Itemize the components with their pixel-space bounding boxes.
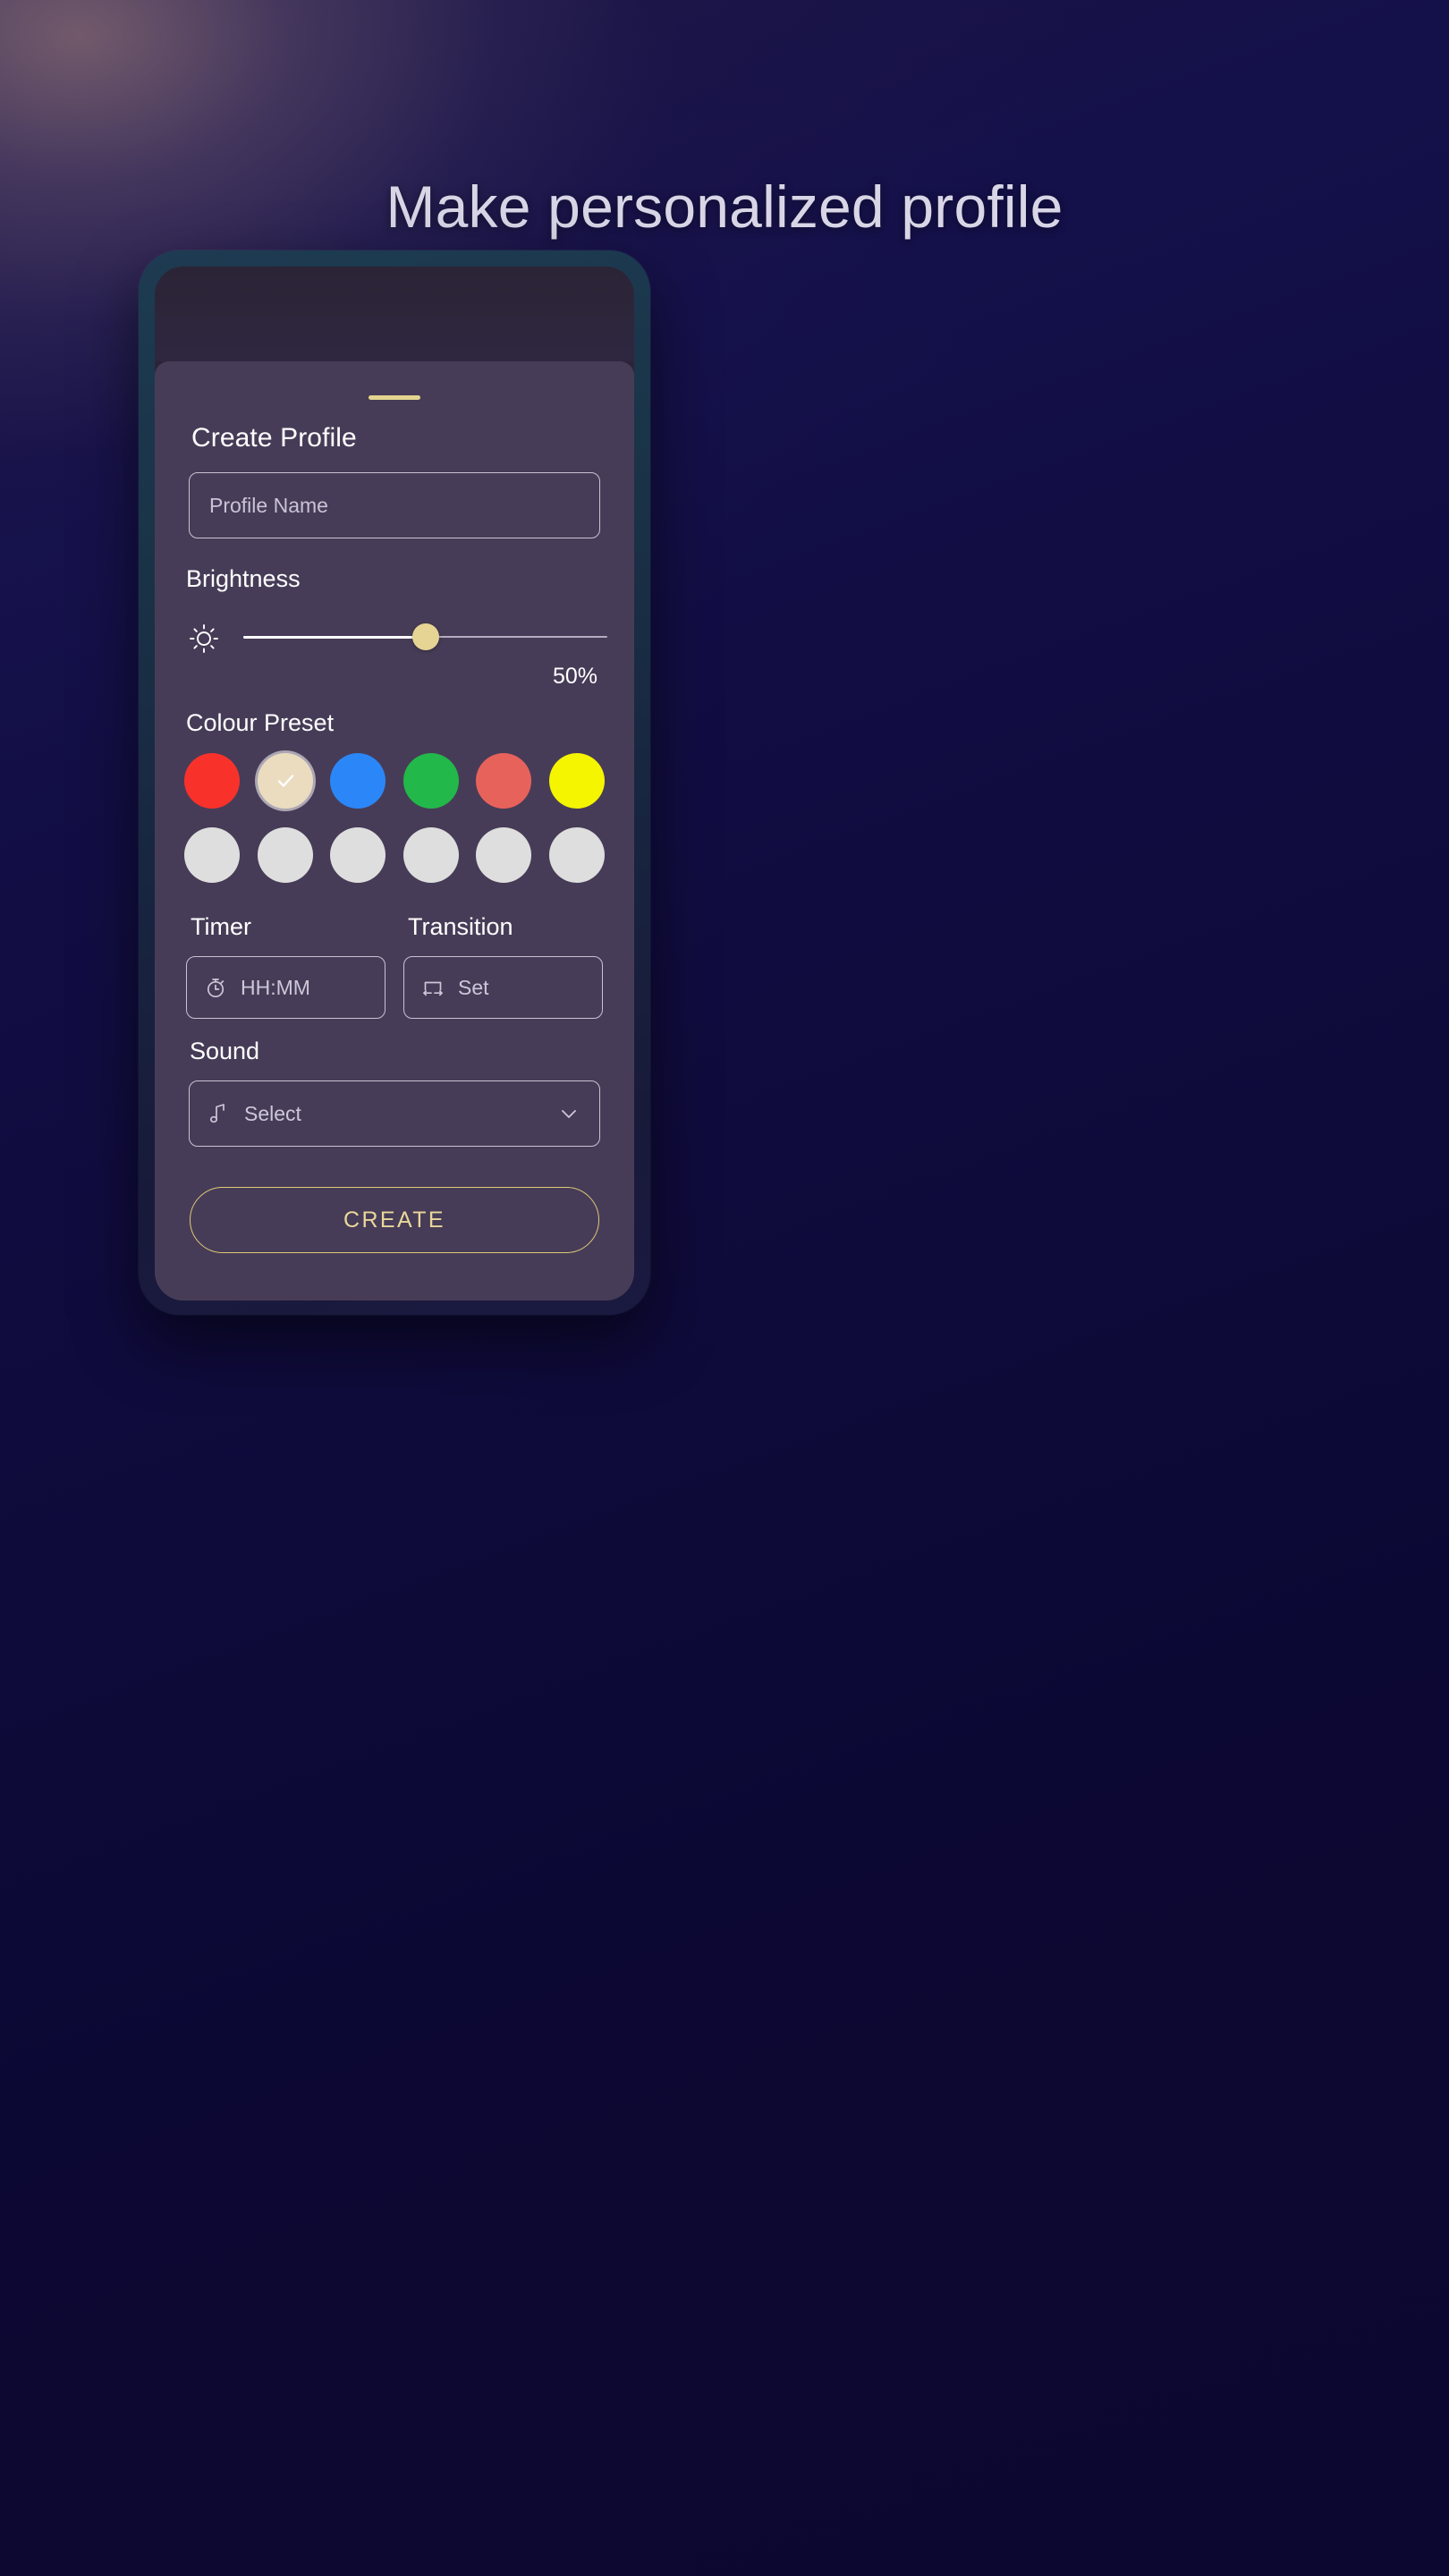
phone-device-frame: Create Profile Brightness [139, 250, 650, 1315]
timer-value: HH:MM [241, 975, 310, 999]
sound-label: Sound [190, 1038, 260, 1064]
timer-field[interactable]: HH:MM [186, 956, 386, 1019]
profile-name-field[interactable] [189, 472, 600, 538]
phone-screen: Create Profile Brightness [155, 267, 634, 1301]
status-bar-area [155, 267, 634, 361]
colour-swatch-empty-4[interactable] [402, 827, 459, 883]
transition-field[interactable]: Set [403, 956, 603, 1019]
colour-swatch-red[interactable] [184, 753, 240, 809]
colour-swatch-salmon[interactable] [476, 753, 532, 809]
transition-value: Set [458, 975, 489, 999]
music-note-icon [208, 1102, 230, 1125]
sheet-title: Create Profile [191, 423, 357, 453]
colour-swatch-row-2 [179, 827, 610, 883]
colour-swatch-row-1 [179, 753, 610, 809]
colour-swatch-green[interactable] [402, 753, 459, 809]
sound-select-field[interactable]: Select [189, 1080, 600, 1147]
brightness-label: Brightness [186, 565, 301, 592]
transition-column: Transition Set [403, 913, 603, 1019]
brightness-slider-row[interactable] [179, 617, 610, 657]
slider-thumb[interactable] [411, 623, 439, 650]
transition-icon [421, 976, 445, 999]
stopwatch-icon [204, 976, 227, 999]
colour-swatch-empty-1[interactable] [184, 827, 240, 883]
create-profile-bottom-sheet: Create Profile Brightness [155, 361, 634, 1301]
colour-swatch-empty-6[interactable] [548, 827, 605, 883]
chevron-down-icon[interactable] [557, 1102, 580, 1125]
timer-transition-row: Timer HH:MM Transition Set [179, 913, 610, 1019]
sun-icon [184, 617, 224, 657]
colour-swatch-empty-5[interactable] [476, 827, 532, 883]
colour-swatch-empty-3[interactable] [330, 827, 386, 883]
colour-swatch-cream[interactable] [257, 753, 313, 809]
app-screen-background: Make personalized profile Create Profile… [0, 0, 1449, 2576]
profile-name-input[interactable] [209, 493, 580, 518]
colour-swatch-yellow[interactable] [548, 753, 605, 809]
transition-label: Transition [408, 913, 513, 940]
colour-preset-label: Colour Preset [186, 709, 335, 736]
timer-label: Timer [191, 913, 251, 940]
brightness-value-label: 50% [552, 664, 597, 689]
page-headline: Make personalized profile [386, 174, 1063, 240]
colour-swatch-empty-2[interactable] [257, 827, 313, 883]
sheet-drag-handle[interactable] [369, 395, 420, 400]
sound-value: Select [244, 1101, 301, 1125]
slider-fill [243, 635, 426, 639]
timer-column: Timer HH:MM [186, 913, 386, 1019]
brightness-slider[interactable] [243, 623, 607, 650]
create-button[interactable]: CREATE [190, 1187, 599, 1253]
check-icon [272, 767, 299, 794]
colour-swatch-blue[interactable] [330, 753, 386, 809]
